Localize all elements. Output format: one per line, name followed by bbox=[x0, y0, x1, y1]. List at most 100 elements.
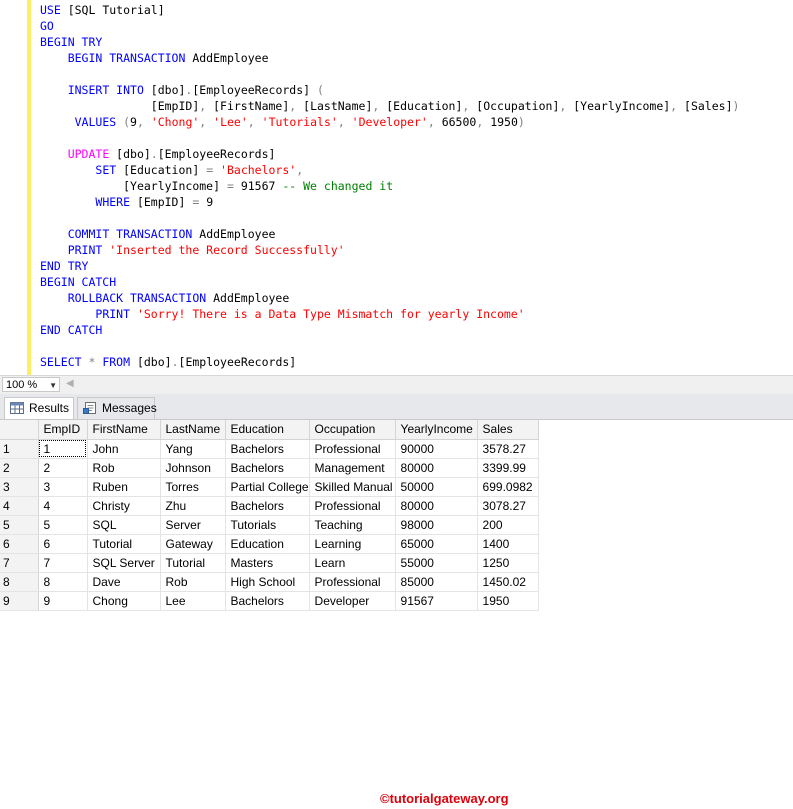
grid-cell[interactable]: Partial College bbox=[225, 477, 310, 497]
grid-cell[interactable]: Teaching bbox=[309, 515, 396, 535]
grid-cell[interactable]: Torres bbox=[160, 477, 226, 497]
code-line: SET [Education] = 'Bachelors', bbox=[40, 162, 793, 178]
code-area[interactable]: USE [SQL Tutorial] GO BEGIN TRY BEGIN TRAN… bbox=[40, 2, 793, 370]
scroll-left-icon[interactable]: ◀ bbox=[66, 378, 74, 389]
grid-cell[interactable]: Management bbox=[309, 458, 396, 478]
code-token: , bbox=[462, 99, 477, 113]
chevron-down-icon[interactable]: ▼ bbox=[49, 378, 57, 393]
grid-cell[interactable]: 1400 bbox=[477, 534, 539, 554]
grid-cell[interactable]: Tutorial bbox=[160, 553, 226, 573]
grid-cell[interactable]: Rob bbox=[87, 458, 161, 478]
row-number[interactable]: 8 bbox=[0, 572, 39, 592]
grid-cell[interactable]: Chong bbox=[87, 591, 161, 611]
grid-cell[interactable]: 1250 bbox=[477, 553, 539, 573]
grid-cell[interactable]: 90000 bbox=[395, 439, 478, 459]
grid-cell[interactable]: SQL Server bbox=[87, 553, 161, 573]
row-number[interactable]: 3 bbox=[0, 477, 39, 497]
change-tracking-bar bbox=[27, 0, 31, 375]
grid-cell[interactable]: Masters bbox=[225, 553, 310, 573]
code-line: USE [SQL Tutorial] bbox=[40, 2, 793, 18]
grid-cell[interactable]: Bachelors bbox=[225, 496, 310, 516]
grid-cell[interactable]: Johnson bbox=[160, 458, 226, 478]
grid-cell[interactable]: Tutorials bbox=[225, 515, 310, 535]
grid-cell[interactable]: 91567 bbox=[395, 591, 478, 611]
column-header[interactable]: Sales bbox=[477, 420, 539, 440]
grid-cell[interactable]: Bachelors bbox=[225, 458, 310, 478]
tab-results[interactable]: Results bbox=[4, 397, 74, 419]
grid-cell[interactable]: 4 bbox=[38, 496, 88, 516]
grid-cell[interactable]: 85000 bbox=[395, 572, 478, 592]
grid-cell[interactable]: Ruben bbox=[87, 477, 161, 497]
table-row: 5 5 SQL Server Tutorials Teaching 98000 200 bbox=[0, 515, 539, 535]
grid-cell[interactable]: John bbox=[87, 439, 161, 459]
column-header[interactable]: Education bbox=[225, 420, 310, 440]
grid-cell[interactable]: Server bbox=[160, 515, 226, 535]
grid-cell[interactable]: 2 bbox=[38, 458, 88, 478]
grid-cell[interactable]: 6 bbox=[38, 534, 88, 554]
grid-cell[interactable]: 9 bbox=[38, 591, 88, 611]
row-number[interactable]: 5 bbox=[0, 515, 39, 535]
code-token: [EmployeeRecords] bbox=[157, 147, 276, 161]
grid-cell[interactable]: 5 bbox=[38, 515, 88, 535]
column-header[interactable]: EmpID bbox=[38, 420, 88, 440]
column-header[interactable]: LastName bbox=[160, 420, 226, 440]
zoom-dropdown[interactable]: 100 % ▼ bbox=[2, 377, 60, 392]
grid-cell[interactable]: Education bbox=[225, 534, 310, 554]
code-token: VALUES bbox=[74, 115, 124, 129]
grid-cell[interactable]: Developer bbox=[309, 591, 396, 611]
column-header[interactable]: YearlyIncome bbox=[395, 420, 478, 440]
code-token: BEGIN TRY bbox=[40, 35, 103, 49]
grid-cell[interactable]: Professional bbox=[309, 496, 396, 516]
code-token: [LastName] bbox=[303, 99, 373, 113]
grid-cell[interactable]: Lee bbox=[160, 591, 226, 611]
grid-cell[interactable]: 80000 bbox=[395, 496, 478, 516]
grid-cell[interactable]: Dave bbox=[87, 572, 161, 592]
corner-cell[interactable] bbox=[0, 420, 39, 440]
grid-cell[interactable]: 8 bbox=[38, 572, 88, 592]
grid-cell[interactable]: SQL bbox=[87, 515, 161, 535]
grid-cell[interactable]: Zhu bbox=[160, 496, 226, 516]
grid-cell[interactable]: 3078.27 bbox=[477, 496, 539, 516]
grid-cell[interactable]: 98000 bbox=[395, 515, 478, 535]
grid-cell[interactable]: 1450.02 bbox=[477, 572, 539, 592]
grid-cell[interactable]: 1950 bbox=[477, 591, 539, 611]
row-number[interactable]: 1 bbox=[0, 439, 39, 459]
query-editor[interactable]: USE [SQL Tutorial] GO BEGIN TRY BEGIN TRAN… bbox=[0, 0, 793, 375]
grid-cell[interactable]: Yang bbox=[160, 439, 226, 459]
grid-cell[interactable]: 3578.27 bbox=[477, 439, 539, 459]
horizontal-scrollbar[interactable] bbox=[78, 380, 791, 390]
code-line: PRINT 'Sorry! There is a Data Type Misma… bbox=[40, 306, 793, 322]
row-number[interactable]: 4 bbox=[0, 496, 39, 516]
grid-cell[interactable]: Bachelors bbox=[225, 591, 310, 611]
grid-cell[interactable]: 3399.99 bbox=[477, 458, 539, 478]
grid-cell[interactable]: Learn bbox=[309, 553, 396, 573]
row-number[interactable]: 7 bbox=[0, 553, 39, 573]
grid-cell[interactable]: 3 bbox=[38, 477, 88, 497]
grid-cell[interactable]: Bachelors bbox=[225, 439, 310, 459]
tab-messages[interactable]: Messages bbox=[77, 397, 157, 419]
grid-cell[interactable]: Learning bbox=[309, 534, 396, 554]
grid-cell[interactable]: Christy bbox=[87, 496, 161, 516]
grid-cell[interactable]: Professional bbox=[309, 572, 396, 592]
grid-cell[interactable]: Tutorial bbox=[87, 534, 161, 554]
row-number[interactable]: 9 bbox=[0, 591, 39, 611]
column-header[interactable]: FirstName bbox=[87, 420, 161, 440]
grid-cell[interactable]: 200 bbox=[477, 515, 539, 535]
grid-cell[interactable]: Professional bbox=[309, 439, 396, 459]
row-number[interactable]: 2 bbox=[0, 458, 39, 478]
column-header[interactable]: Occupation bbox=[309, 420, 396, 440]
grid-cell[interactable]: 55000 bbox=[395, 553, 478, 573]
grid-cell[interactable]: Rob bbox=[160, 572, 226, 592]
grid-cell[interactable]: 80000 bbox=[395, 458, 478, 478]
grid-cell[interactable]: High School bbox=[225, 572, 310, 592]
row-number[interactable]: 6 bbox=[0, 534, 39, 554]
grid-cell[interactable]: 699.0982 bbox=[477, 477, 539, 497]
grid-cell[interactable]: Gateway bbox=[160, 534, 226, 554]
grid-cell[interactable]: Skilled Manual bbox=[309, 477, 396, 497]
grid-cell[interactable]: 50000 bbox=[395, 477, 478, 497]
code-token: AddEmployee bbox=[192, 51, 269, 65]
results-grid[interactable]: EmpID FirstName LastName Education Occupatio… bbox=[0, 420, 793, 612]
grid-cell[interactable]: 1 bbox=[38, 439, 88, 459]
grid-cell[interactable]: 7 bbox=[38, 553, 88, 573]
grid-cell[interactable]: 65000 bbox=[395, 534, 478, 554]
